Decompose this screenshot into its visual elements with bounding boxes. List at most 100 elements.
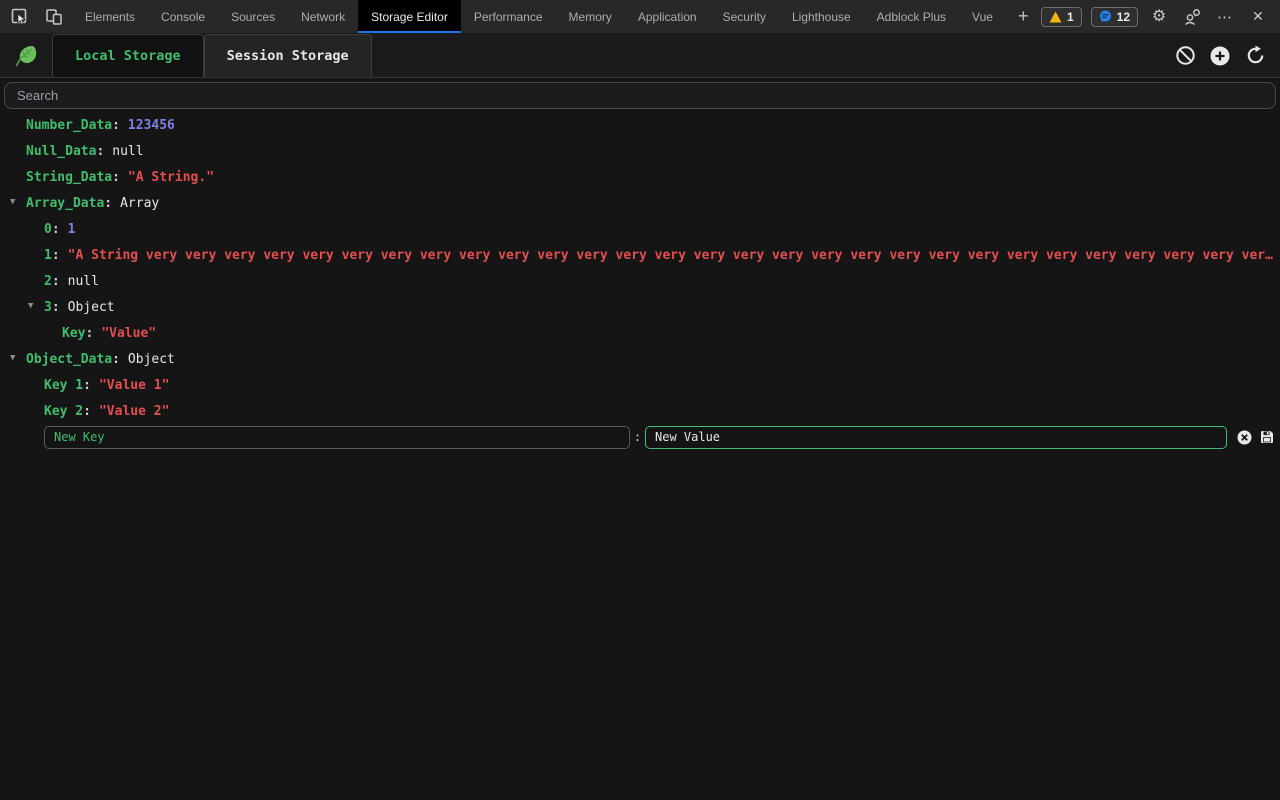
devtools-tabs: ElementsConsoleSourcesNetworkStorage Edi…: [72, 0, 1006, 33]
tree-key: 2: [44, 274, 52, 289]
tree-key: 0: [44, 222, 52, 237]
tree-colon: :: [96, 144, 104, 159]
devtools-tab-network[interactable]: Network: [288, 0, 358, 33]
tree-row[interactable]: ▼Array_Data: Array: [0, 190, 1280, 216]
tree-colon: :: [52, 248, 60, 263]
close-devtools-icon[interactable]: ✕: [1246, 5, 1270, 29]
tree-value: null: [68, 274, 99, 289]
storage-editor-toolbar: Local StorageSession Storage: [0, 34, 1280, 78]
tree-value: Object: [68, 300, 115, 315]
tree-value: "A String.": [128, 170, 214, 185]
tree-value: 1: [68, 222, 76, 237]
warning-triangle-icon: [1049, 11, 1062, 23]
tree-value: null: [112, 144, 143, 159]
tree-row[interactable]: Null_Data: null: [0, 138, 1280, 164]
tree-colon: :: [83, 404, 91, 419]
feedback-person-icon[interactable]: [1180, 5, 1204, 29]
devtools-tab-vue[interactable]: Vue: [959, 0, 1006, 33]
tree-row[interactable]: ▼Object_Data: Object: [0, 346, 1280, 372]
storage-actions: [1173, 34, 1280, 77]
tree-key: Number_Data: [26, 118, 112, 133]
new-value-input[interactable]: [645, 426, 1227, 449]
tree-row[interactable]: Key 2: "Value 2": [0, 398, 1280, 424]
tree-colon: :: [104, 196, 112, 211]
devtools-tab-storage-editor[interactable]: Storage Editor: [358, 0, 461, 33]
devtools-left-icons: [0, 0, 72, 33]
leaf-icon: [11, 41, 41, 71]
devtools-tab-performance[interactable]: Performance: [461, 0, 556, 33]
devtools-tab-memory[interactable]: Memory: [556, 0, 625, 33]
messages-badge[interactable]: 12: [1091, 7, 1138, 27]
tree-row[interactable]: 2: null: [0, 268, 1280, 294]
tree-key: Array_Data: [26, 196, 104, 211]
clear-all-icon[interactable]: [1173, 44, 1197, 68]
tree-value: 123456: [128, 118, 175, 133]
overflow-menu-icon[interactable]: ⋯: [1213, 5, 1237, 29]
devtools-tab-adblock-plus[interactable]: Adblock Plus: [864, 0, 959, 33]
tree-value: Array: [120, 196, 159, 211]
devtools-tab-console[interactable]: Console: [148, 0, 218, 33]
tree-key: Null_Data: [26, 144, 96, 159]
new-entry-row: :: [0, 424, 1280, 450]
devtools-right-cluster: 1 12 ⚙ ⋯ ✕: [1041, 0, 1280, 33]
tree-value: "Value 1": [99, 378, 169, 393]
tree-colon: :: [85, 326, 93, 341]
save-entry-icon[interactable]: [1259, 429, 1275, 445]
tree-key: 3: [44, 300, 52, 315]
tree-row[interactable]: ▼3: Object: [0, 294, 1280, 320]
message-count: 12: [1117, 10, 1130, 24]
tree-key: 1: [44, 248, 52, 263]
inspect-element-icon[interactable]: [8, 5, 32, 29]
tree-key: Object_Data: [26, 352, 112, 367]
storage-tab-session-storage[interactable]: Session Storage: [204, 34, 372, 77]
devtools-tab-application[interactable]: Application: [625, 0, 710, 33]
search-row: [0, 78, 1280, 111]
message-bubble-icon: [1099, 10, 1112, 23]
devtools-tab-lighthouse[interactable]: Lighthouse: [779, 0, 864, 33]
expand-arrow-icon[interactable]: ▼: [28, 301, 44, 311]
warnings-badge[interactable]: 1: [1041, 7, 1082, 27]
tree-key: Key 1: [44, 378, 83, 393]
tree-key: Key: [62, 326, 85, 341]
tree-colon: :: [52, 274, 60, 289]
storage-tab-local-storage[interactable]: Local Storage: [52, 34, 204, 77]
devtools-tab-sources[interactable]: Sources: [218, 0, 288, 33]
tree-colon: :: [52, 300, 60, 315]
key-value-separator: :: [630, 430, 645, 444]
storage-tabs: Local StorageSession Storage: [52, 34, 372, 77]
warning-count: 1: [1067, 10, 1074, 24]
cancel-entry-icon[interactable]: [1236, 429, 1252, 445]
tree-row[interactable]: String_Data: "A String.": [0, 164, 1280, 190]
tree-value: "A String very very very very very very …: [68, 248, 1280, 263]
tree-row[interactable]: Key 1: "Value 1": [0, 372, 1280, 398]
expand-arrow-icon[interactable]: ▼: [10, 197, 26, 207]
add-entry-icon[interactable]: [1208, 44, 1232, 68]
tree-value: Object: [128, 352, 175, 367]
settings-gear-icon[interactable]: ⚙: [1147, 5, 1171, 29]
editor-actions: [1236, 429, 1275, 445]
tree-key: String_Data: [26, 170, 112, 185]
expand-arrow-icon[interactable]: ▼: [10, 353, 26, 363]
search-input[interactable]: [4, 82, 1276, 109]
more-tabs-button[interactable]: +: [1006, 0, 1041, 33]
tree-colon: :: [112, 352, 120, 367]
tree-colon: :: [83, 378, 91, 393]
tree-value: "Value": [101, 326, 156, 341]
tree-row[interactable]: Key: "Value": [0, 320, 1280, 346]
tree-row[interactable]: Number_Data:123456: [0, 112, 1280, 138]
tree-colon: :: [112, 170, 120, 185]
refresh-icon[interactable]: [1243, 44, 1267, 68]
devtools-tab-bar: ElementsConsoleSourcesNetworkStorage Edi…: [0, 0, 1280, 34]
tree-row[interactable]: 0:1: [0, 216, 1280, 242]
tree-key: Key 2: [44, 404, 83, 419]
devtools-tab-security[interactable]: Security: [710, 0, 779, 33]
extension-leaf-logo: [0, 34, 52, 77]
devtools-tab-elements[interactable]: Elements: [72, 0, 148, 33]
tree-colon: :: [112, 118, 120, 133]
tree-colon: :: [52, 222, 60, 237]
tree-row[interactable]: 1: "A String very very very very very ver…: [0, 242, 1280, 268]
storage-tree: Number_Data:123456Null_Data:nullString_D…: [0, 111, 1280, 424]
tree-value: "Value 2": [99, 404, 169, 419]
device-toolbar-icon[interactable]: [42, 5, 66, 29]
new-key-input[interactable]: [44, 426, 630, 449]
